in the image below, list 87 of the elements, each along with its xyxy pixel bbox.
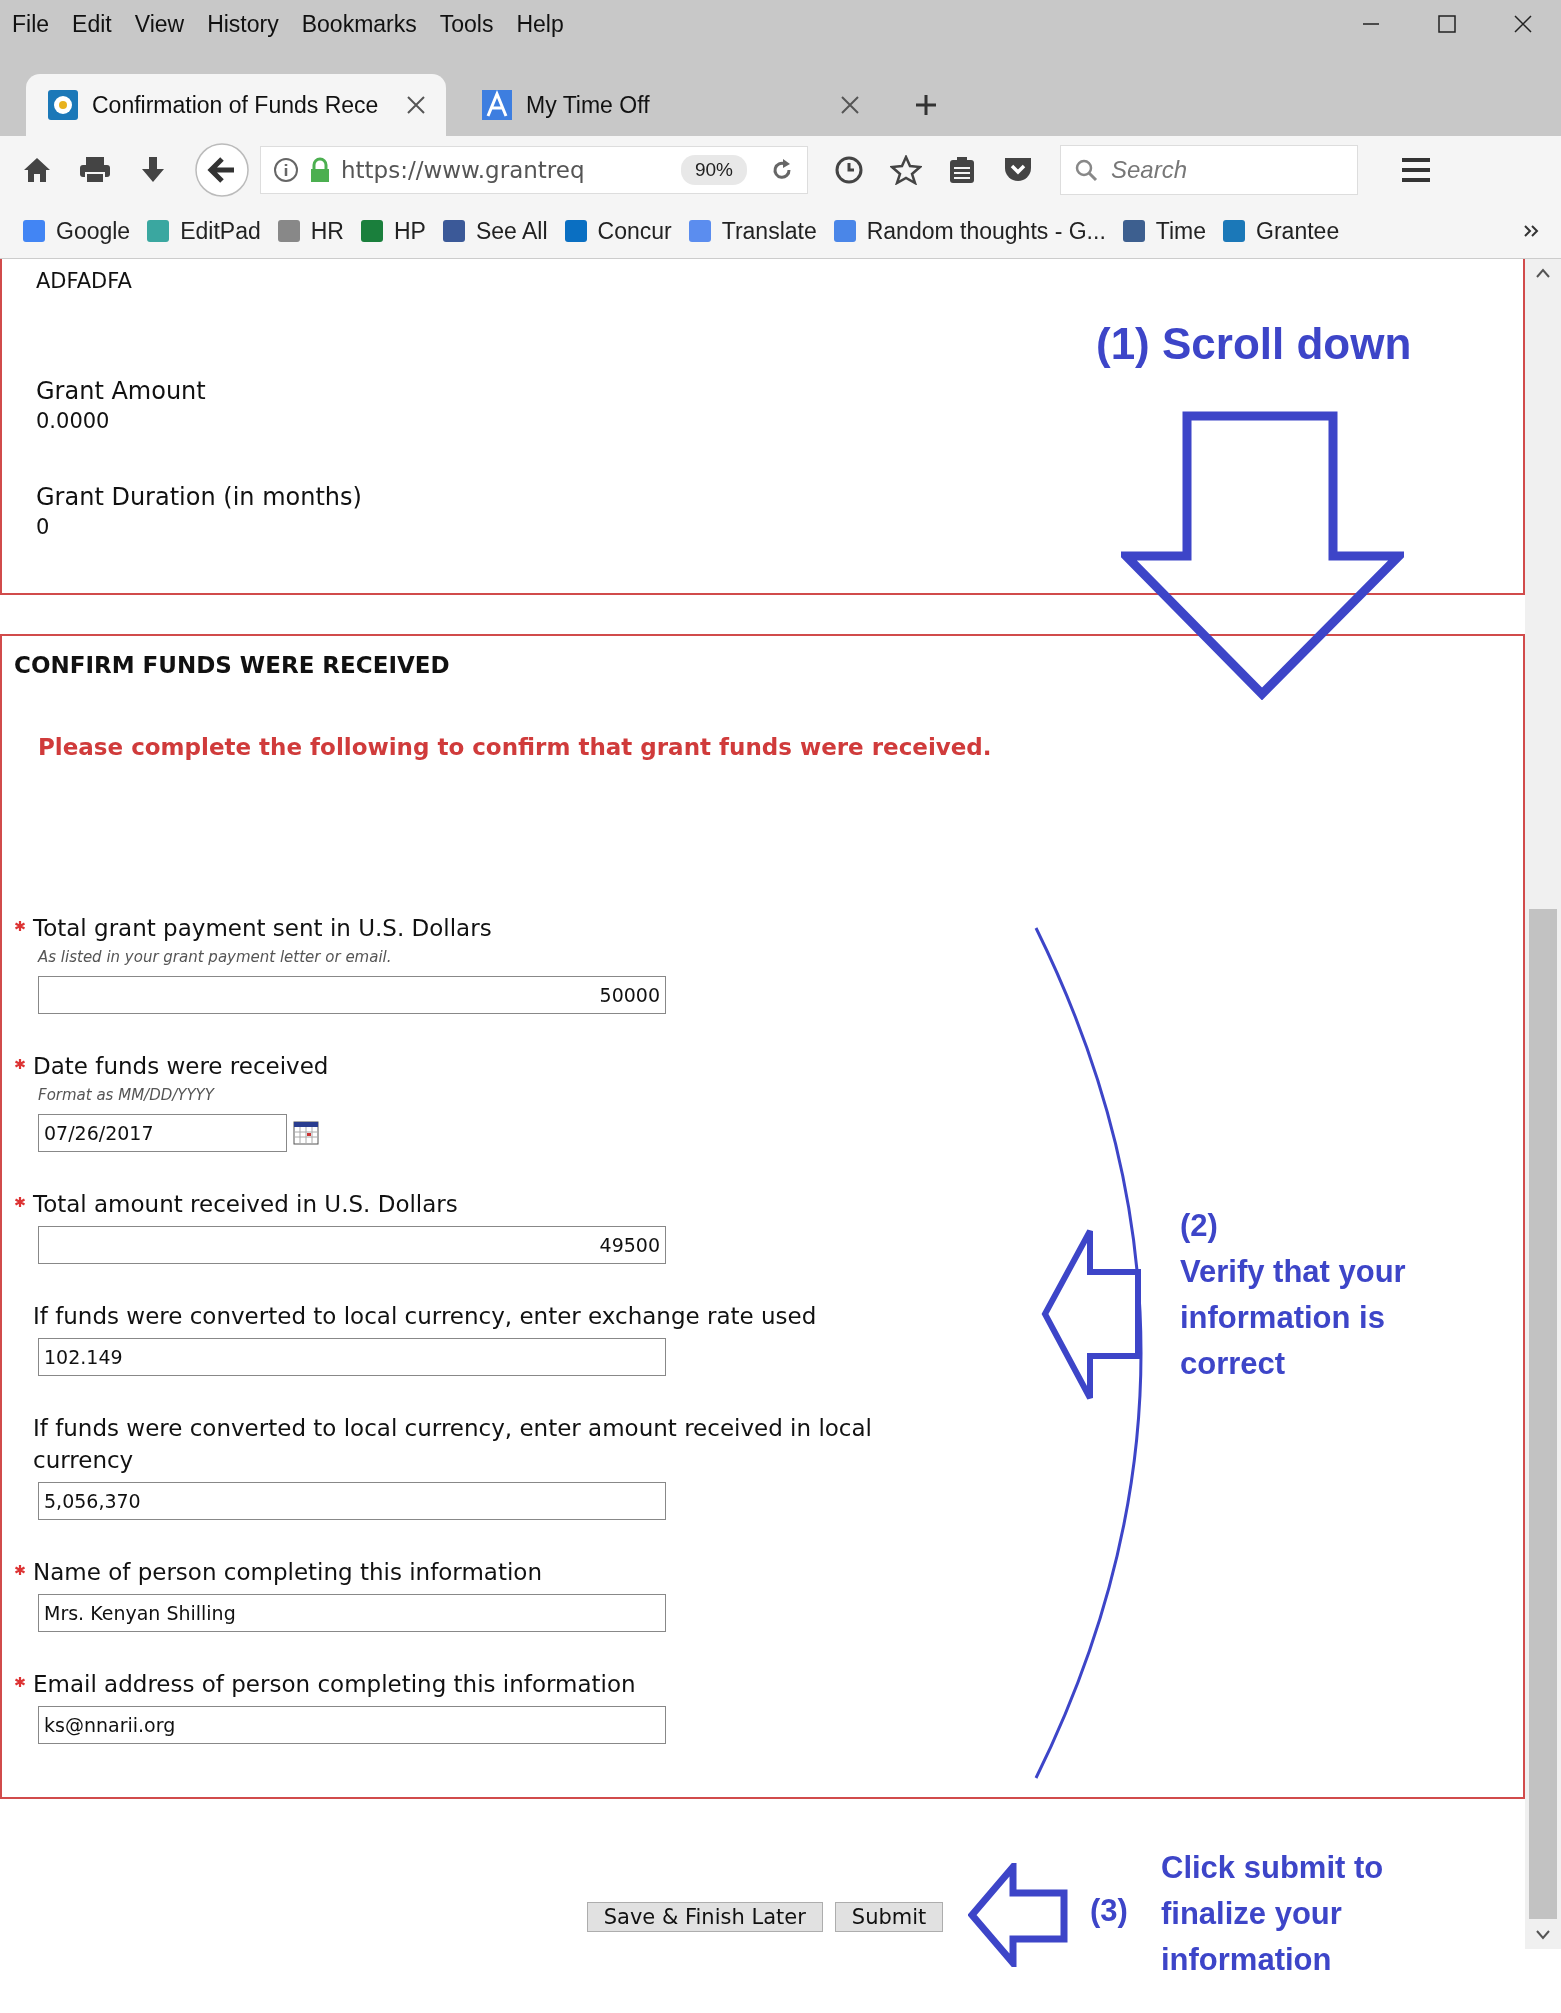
field-label: Total grant payment sent in U.S. Dollars <box>33 914 492 943</box>
menu-item[interactable]: File <box>12 10 50 38</box>
bookmark-favicon-icon <box>276 219 301 243</box>
search-icon <box>1074 158 1098 182</box>
bookmark-item[interactable]: Concur <box>563 217 672 245</box>
zoom-level[interactable]: 90% <box>680 155 747 185</box>
close-icon[interactable] <box>406 95 426 115</box>
field-label: Name of person completing this information <box>33 1558 542 1587</box>
menu-item[interactable]: History <box>207 10 279 38</box>
detail-value: 0 <box>36 514 51 541</box>
bookmark-item[interactable]: HP <box>359 217 426 245</box>
instruction-text: Please complete the following to confirm that grant funds were received. <box>38 734 993 760</box>
tab-title: My Time Off <box>526 91 651 119</box>
maximize-icon[interactable] <box>1437 14 1457 34</box>
input-field[interactable]: ks@nnarii.org <box>38 1706 666 1744</box>
input-field[interactable]: Mrs. Kenyan Shilling <box>38 1594 666 1632</box>
star-icon[interactable] <box>890 155 922 185</box>
input-field[interactable]: 49500 <box>38 1226 666 1264</box>
chevron-icon[interactable] <box>1523 223 1541 239</box>
menu-icon[interactable] <box>1400 156 1432 184</box>
plus-icon[interactable] <box>914 93 938 117</box>
field-label: If funds were converted to local currency, enter exchange rate used <box>33 1302 817 1331</box>
input-field[interactable]: 5,056,370 <box>38 1482 666 1520</box>
bookmark-favicon-icon <box>1121 219 1146 243</box>
clock-icon[interactable] <box>834 155 864 185</box>
scroll-down-icon[interactable] <box>1535 1929 1551 1941</box>
search-field[interactable]: Search <box>1060 145 1358 195</box>
tab-title: Confirmation of Funds Rece <box>92 91 380 119</box>
step-number: (3) <box>1090 1893 1128 1929</box>
bookmark-item[interactable]: HR <box>276 217 344 245</box>
browser-tab[interactable]: Confirmation of Funds Rece <box>26 74 446 136</box>
detail-label: Grant Duration (in months) <box>36 482 363 513</box>
lock-icon <box>309 157 331 183</box>
verify-instruction: Verify that your information is correct <box>1180 1253 1407 1383</box>
form-button[interactable]: Submit <box>834 1902 944 1932</box>
submit-instruction: Click submit to finalize your information <box>1161 1849 1385 1979</box>
bookmark-item[interactable]: Google <box>22 217 131 245</box>
bookmark-item[interactable]: Time <box>1121 217 1207 245</box>
letter-a-icon <box>482 90 512 120</box>
calendar-icon[interactable] <box>293 1121 319 1145</box>
info-icon <box>273 157 299 183</box>
browser-tab[interactable]: My Time Off <box>460 74 880 136</box>
close-icon[interactable] <box>1513 14 1533 34</box>
input-field[interactable]: 50000 <box>38 976 666 1014</box>
menu-item[interactable]: View <box>134 10 185 38</box>
bookmark-favicon-icon <box>832 219 857 243</box>
bookmark-item[interactable]: Random thoughts - G... <box>832 217 1106 245</box>
detail-label: Grant Amount <box>36 376 207 407</box>
printer-icon[interactable] <box>78 155 112 185</box>
bookmark-item[interactable]: See All <box>441 217 548 245</box>
bookmark-favicon-icon <box>563 219 588 243</box>
bookmark-item[interactable]: Grantee <box>1222 217 1340 245</box>
field-label: Total amount received in U.S. Dollars <box>33 1190 458 1219</box>
bookmark-favicon-icon <box>441 219 466 243</box>
bookmark-favicon-icon <box>1222 219 1247 243</box>
bookmark-favicon-icon <box>359 219 384 243</box>
back-icon[interactable] <box>194 142 250 198</box>
menu-item[interactable]: Tools <box>439 10 494 38</box>
step-number: (2) <box>1180 1207 1219 1245</box>
scroll-instruction: (1) Scroll down <box>1096 319 1412 369</box>
menu-item[interactable]: Help <box>516 10 564 38</box>
detail-value: 0.0000 <box>36 408 111 435</box>
section-title: CONFIRM FUNDS WERE RECEIVED <box>14 652 451 678</box>
field-hint: As listed in your grant payment letter or email. <box>38 947 393 968</box>
bookmark-item[interactable]: Translate <box>687 217 817 245</box>
input-field[interactable]: 07/26/2017 <box>38 1114 287 1152</box>
field-label: Date funds were received <box>33 1052 329 1081</box>
close-icon[interactable] <box>840 95 860 115</box>
bookmark-favicon-icon <box>22 219 46 243</box>
url-text: https://www.grantreq <box>341 157 586 183</box>
field-hint: Format as MM/DD/YYYY <box>38 1085 216 1106</box>
scroll-up-icon[interactable] <box>1535 267 1551 279</box>
scrollbar-thumb[interactable] <box>1529 909 1557 1919</box>
bookmark-favicon-icon <box>146 219 171 243</box>
flower-icon <box>48 90 78 120</box>
bookmark-item[interactable]: EditPad <box>146 217 261 245</box>
clipboard-icon[interactable] <box>948 155 976 185</box>
menu-item[interactable]: Bookmarks <box>301 10 417 38</box>
address-bar[interactable]: https://www.grantreq 90% <box>260 146 808 194</box>
form-button[interactable]: Save & Finish Later <box>586 1902 823 1932</box>
field-label: If funds were converted to local currency, enter amount received in local currency <box>33 1414 873 1475</box>
bookmark-favicon-icon <box>687 219 712 243</box>
menu-item[interactable]: Edit <box>72 10 112 38</box>
field-label: Email address of person completing this information <box>33 1670 636 1699</box>
detail-value: ADFADFA <box>36 268 133 295</box>
home-icon[interactable] <box>22 155 52 185</box>
input-field[interactable]: 102.149 <box>38 1338 666 1376</box>
